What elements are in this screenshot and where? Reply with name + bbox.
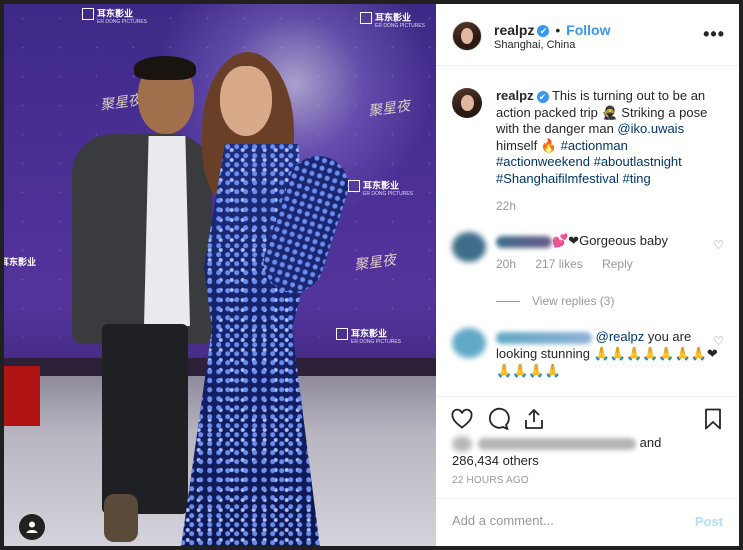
man-jacket <box>72 134 212 344</box>
backdrop-logo: 耳东影业 ER DONG PICTURES <box>360 12 425 29</box>
user-icon <box>26 521 38 533</box>
commenter-username[interactable] <box>496 331 592 344</box>
hashtag-link[interactable]: #aboutlastnight <box>594 154 682 169</box>
post-caption: realpz ✔ This is turning out to be an act… <box>452 88 724 213</box>
hashtag-link[interactable]: #Shanghaifilmfestival <box>496 171 619 186</box>
comment-body: @realpz you are looking stunning 🙏🙏🙏🙏🙏🙏🙏… <box>496 328 724 379</box>
liker-username[interactable] <box>478 437 636 450</box>
woman-face <box>220 66 272 136</box>
likes-count-link[interactable]: 286,434 others <box>452 453 539 468</box>
hashtag-link[interactable]: #ting <box>622 171 650 186</box>
comment-item: 💕❤Gorgeous baby 20h 217 likes Reply ♡ <box>452 232 724 271</box>
username-link[interactable]: realpz <box>494 22 534 38</box>
post-sidebar: realpz ✔ • Follow Shanghai, China ••• rea… <box>436 4 739 546</box>
view-replies-label: View replies (3) <box>532 294 615 308</box>
man-shirt <box>144 136 190 326</box>
backdrop-logo: 耳东影业 ER DONG PICTURES <box>82 8 147 25</box>
share-icon[interactable] <box>522 407 546 431</box>
header-user-line: realpz ✔ • Follow <box>494 22 610 38</box>
tagged-users-button[interactable] <box>19 514 45 540</box>
backdrop-logo: 耳东影业 ER DONG PICTURES <box>336 328 401 345</box>
comment-like-icon[interactable]: ♡ <box>713 334 724 348</box>
heart-icon[interactable] <box>450 407 474 431</box>
red-carpet <box>4 366 40 426</box>
man-shoes <box>104 494 138 542</box>
caption-avatar[interactable] <box>452 88 482 118</box>
likes-and-label: and <box>639 435 662 450</box>
backdrop-logo: 耳东影业 ER DONG PICTURES <box>348 180 413 197</box>
comment-body: 💕❤Gorgeous baby <box>496 232 724 249</box>
mention-link[interactable]: @realpz <box>596 329 645 344</box>
hashtag-link[interactable]: #actionweekend <box>496 154 590 169</box>
comment-input[interactable] <box>452 513 682 528</box>
bookmark-icon[interactable] <box>701 407 725 431</box>
comment-likes[interactable]: 217 likes <box>535 257 582 271</box>
commenter-avatar[interactable] <box>452 328 486 358</box>
comment-time[interactable]: 20h <box>496 257 516 271</box>
post-photo[interactable]: 耳东影业 ER DONG PICTURES 耳东影业 ER DONG PICTURE… <box>4 4 436 546</box>
commenter-username[interactable] <box>496 235 552 248</box>
mention-link[interactable]: @iko.uwais <box>617 121 684 136</box>
caption-timestamp[interactable]: 22h <box>496 199 724 213</box>
comment-text: 💕❤Gorgeous baby <box>552 233 668 248</box>
comment-form: Post <box>436 498 739 546</box>
hashtag-link[interactable]: #actionman <box>561 138 628 153</box>
more-options-icon[interactable]: ••• <box>703 24 725 45</box>
backdrop-logo: 耳东影业 <box>4 257 37 267</box>
comment-icon[interactable] <box>486 407 510 431</box>
post-header: realpz ✔ • Follow Shanghai, China ••• <box>436 4 739 66</box>
follow-button[interactable]: Follow <box>566 22 610 38</box>
post-comment-button[interactable]: Post <box>695 514 723 529</box>
profile-avatar[interactable] <box>452 21 482 51</box>
caption-username-link[interactable]: realpz <box>496 88 534 103</box>
location-link[interactable]: Shanghai, China <box>494 39 575 51</box>
verified-badge-icon: ✔ <box>537 25 550 38</box>
caption-body: himself 🔥 <box>496 137 561 153</box>
view-replies-button[interactable]: View replies (3) <box>496 294 614 308</box>
caption-text: realpz ✔ This is turning out to be an act… <box>496 88 724 187</box>
commenter-avatar[interactable] <box>452 232 486 262</box>
separator-dot: • <box>555 22 561 38</box>
man-pants <box>102 324 188 514</box>
replies-rule <box>496 301 520 303</box>
liker-avatar[interactable] <box>452 435 472 452</box>
post-timestamp[interactable]: 22 HOURS AGO <box>452 475 529 486</box>
verified-badge-icon: ✔ <box>536 90 549 103</box>
likes-summary: and 286,434 others <box>452 434 661 469</box>
comment-like-icon[interactable]: ♡ <box>713 238 724 252</box>
comment-item: @realpz you are looking stunning 🙏🙏🙏🙏🙏🙏🙏… <box>452 328 724 379</box>
action-bar <box>436 396 739 436</box>
reply-button[interactable]: Reply <box>602 257 633 271</box>
man-hair <box>134 56 196 80</box>
comment-meta: 20h 217 likes Reply <box>496 257 724 271</box>
